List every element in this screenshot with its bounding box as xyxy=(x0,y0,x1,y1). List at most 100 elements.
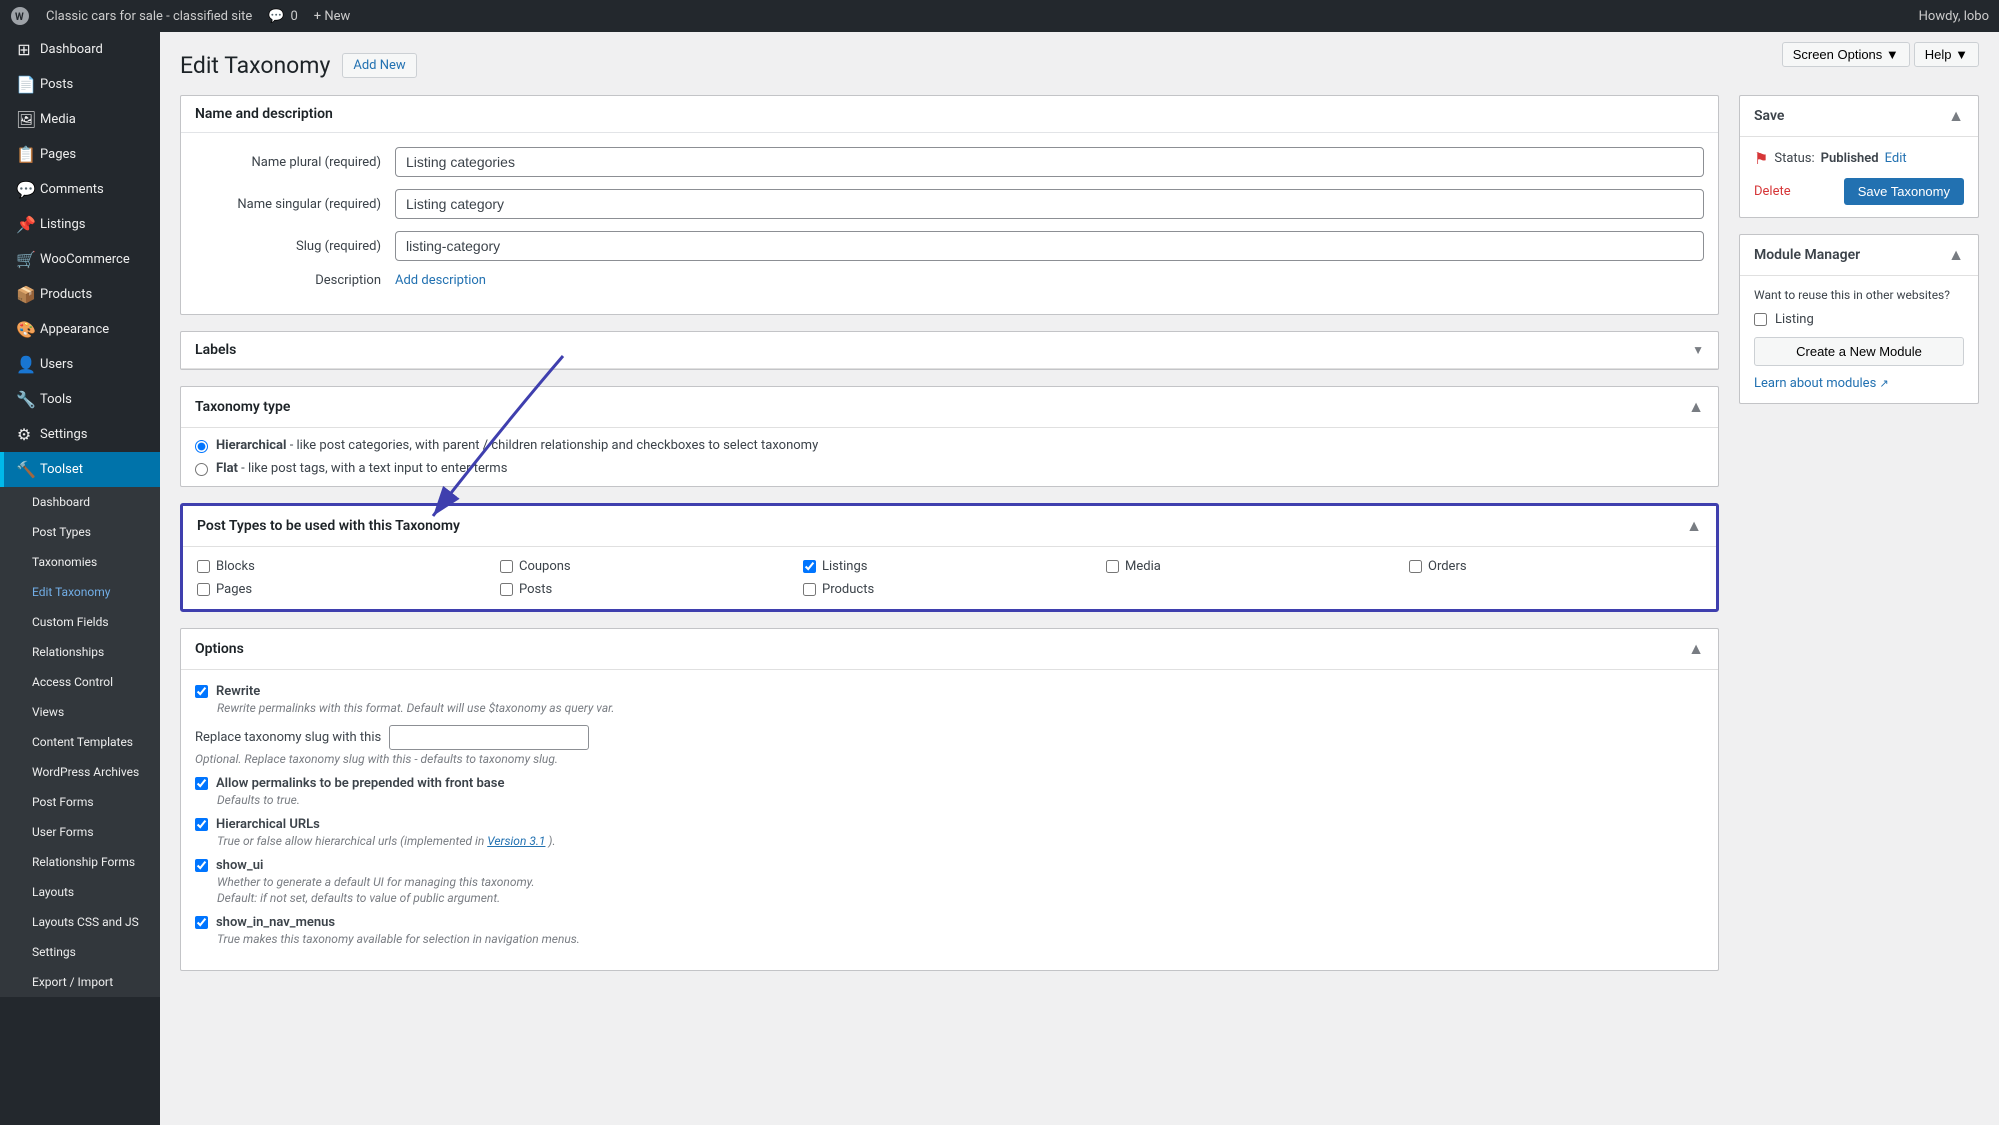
show-in-nav-label[interactable]: show_in_nav_menus xyxy=(195,915,1704,930)
sidebar-item-taxonomies[interactable]: Taxonomies xyxy=(0,547,160,577)
sidebar-item-tools[interactable]: 🔧 Tools xyxy=(0,382,160,417)
sidebar-item-post-forms[interactable]: Post Forms xyxy=(0,787,160,817)
sidebar-item-export-import[interactable]: Export / Import xyxy=(0,967,160,997)
sidebar-item-users[interactable]: 👤 Users xyxy=(0,347,160,382)
sidebar-item-settings[interactable]: ⚙ Settings xyxy=(0,417,160,452)
sidebar-item-listings[interactable]: 📌 Listings xyxy=(0,207,160,242)
pt-pages-checkbox[interactable] xyxy=(197,583,210,596)
save-taxonomy-button[interactable]: Save Taxonomy xyxy=(1844,178,1964,205)
add-description-link[interactable]: Add description xyxy=(395,273,486,288)
sidebar-item-ts-dashboard[interactable]: Dashboard xyxy=(0,487,160,517)
module-manager-collapse-icon[interactable]: ▲ xyxy=(1948,245,1964,265)
new-content[interactable]: + New xyxy=(314,9,351,24)
create-module-button[interactable]: Create a New Module xyxy=(1754,337,1964,366)
pt-media-label[interactable]: Media xyxy=(1125,559,1161,574)
show-in-nav-checkbox[interactable] xyxy=(195,916,208,929)
pt-products-checkbox[interactable] xyxy=(803,583,816,596)
pt-orders-label[interactable]: Orders xyxy=(1428,559,1467,574)
slug-row: Slug (required) xyxy=(195,231,1704,261)
sidebar-item-access-control[interactable]: Access Control xyxy=(0,667,160,697)
comments-icon[interactable]: 💬 0 xyxy=(268,9,298,24)
sidebar-item-relationships[interactable]: Relationships xyxy=(0,637,160,667)
screen-options-button[interactable]: Screen Options ▼ xyxy=(1782,42,1910,67)
sidebar-item-appearance[interactable]: 🎨 Appearance xyxy=(0,312,160,347)
sidebar-item-views[interactable]: Views xyxy=(0,697,160,727)
post-type-coupons: Coupons xyxy=(500,559,793,574)
name-plural-input[interactable] xyxy=(395,147,1704,177)
post-type-pages: Pages xyxy=(197,582,490,597)
sidebar-item-woocommerce[interactable]: 🛒 WooCommerce xyxy=(0,242,160,277)
sidebar-item-toolset[interactable]: 🔨 Toolset xyxy=(0,452,160,487)
pt-orders-checkbox[interactable] xyxy=(1409,560,1422,573)
rewrite-label[interactable]: Rewrite xyxy=(195,684,1704,699)
description-label: Description xyxy=(195,273,395,288)
sidebar-item-layouts-css-js[interactable]: Layouts CSS and JS xyxy=(0,907,160,937)
pt-posts-label[interactable]: Posts xyxy=(519,582,552,597)
hierarchical-urls-label[interactable]: Hierarchical URLs xyxy=(195,817,1704,832)
flat-text: Flat xyxy=(216,461,238,476)
sidebar-item-ts-settings[interactable]: Settings xyxy=(0,937,160,967)
delete-link[interactable]: Delete xyxy=(1754,184,1791,199)
rewrite-text: Rewrite xyxy=(216,684,260,699)
hierarchical-radio[interactable] xyxy=(195,440,208,453)
pt-coupons-label[interactable]: Coupons xyxy=(519,559,571,574)
pt-posts-checkbox[interactable] xyxy=(500,583,513,596)
pt-media-checkbox[interactable] xyxy=(1106,560,1119,573)
pt-blocks-checkbox[interactable] xyxy=(197,560,210,573)
pages-icon: 📋 xyxy=(16,145,32,164)
help-button[interactable]: Help ▼ xyxy=(1914,42,1979,67)
show-in-nav-text: show_in_nav_menus xyxy=(216,915,335,930)
sidebar-item-posts[interactable]: 📄 Posts xyxy=(0,67,160,102)
show-ui-label[interactable]: show_ui xyxy=(195,858,1704,873)
sidebar-item-relationship-forms[interactable]: Relationship Forms xyxy=(0,847,160,877)
module-listing-checkbox[interactable] xyxy=(1754,313,1767,326)
pt-coupons-checkbox[interactable] xyxy=(500,560,513,573)
version-link[interactable]: Version 3.1 xyxy=(487,834,545,848)
pt-products-label[interactable]: Products xyxy=(822,582,874,597)
sidebar-item-comments[interactable]: 💬 Comments xyxy=(0,172,160,207)
hierarchical-label[interactable]: Hierarchical - like post categories, wit… xyxy=(216,438,818,453)
allow-permalinks-label[interactable]: Allow permalinks to be prepended with fr… xyxy=(195,776,1704,791)
sidebar-item-content-templates[interactable]: Content Templates xyxy=(0,727,160,757)
slug-input[interactable] xyxy=(395,231,1704,261)
sidebar-item-custom-fields[interactable]: Custom Fields xyxy=(0,607,160,637)
module-listing-label[interactable]: Listing xyxy=(1775,312,1814,327)
layouts-label: Layouts xyxy=(32,885,74,899)
add-new-button[interactable]: Add New xyxy=(342,53,416,78)
name-singular-row: Name singular (required) xyxy=(195,189,1704,219)
sidebar-item-media[interactable]: 🖼 Media xyxy=(0,102,160,137)
pt-pages-label[interactable]: Pages xyxy=(216,582,252,597)
labels-header[interactable]: Labels ▼ xyxy=(181,332,1718,369)
rewrite-checkbox[interactable] xyxy=(195,685,208,698)
learn-modules-link[interactable]: Learn about modules ↗ xyxy=(1754,376,1889,391)
wp-logo[interactable]: W xyxy=(10,6,30,26)
labels-collapse-icon[interactable]: ▼ xyxy=(1692,343,1704,357)
replace-slug-input[interactable] xyxy=(389,725,589,750)
allow-permalinks-checkbox[interactable] xyxy=(195,777,208,790)
sidebar-item-dashboard[interactable]: ⊞ Dashboard xyxy=(0,32,160,67)
post-types-collapse-icon[interactable]: ▲ xyxy=(1686,516,1702,536)
sidebar-item-wordpress-archives[interactable]: WordPress Archives xyxy=(0,757,160,787)
sidebar-item-products[interactable]: 📦 Products xyxy=(0,277,160,312)
screen-options-bar: Screen Options ▼ Help ▼ xyxy=(1782,42,1979,67)
flat-label[interactable]: Flat - like post tags, with a text input… xyxy=(216,461,507,476)
hierarchical-urls-checkbox[interactable] xyxy=(195,818,208,831)
sidebar-item-edit-taxonomy[interactable]: Edit Taxonomy xyxy=(0,577,160,607)
options-collapse-icon[interactable]: ▲ xyxy=(1688,639,1704,659)
main-form: Name and description Name plural (requir… xyxy=(180,95,1719,987)
sidebar-item-post-types[interactable]: Post Types xyxy=(0,517,160,547)
name-singular-input[interactable] xyxy=(395,189,1704,219)
sidebar-item-pages[interactable]: 📋 Pages xyxy=(0,137,160,172)
save-collapse-icon[interactable]: ▲ xyxy=(1948,106,1964,126)
module-manager-box: Module Manager ▲ Want to reuse this in o… xyxy=(1739,234,1979,404)
sidebar-item-user-forms[interactable]: User Forms xyxy=(0,817,160,847)
show-ui-checkbox[interactable] xyxy=(195,859,208,872)
pt-listings-checkbox[interactable] xyxy=(803,560,816,573)
sidebar-item-layouts[interactable]: Layouts xyxy=(0,877,160,907)
site-name[interactable]: Classic cars for sale - classified site xyxy=(46,9,252,24)
flat-radio[interactable] xyxy=(195,463,208,476)
status-edit-link[interactable]: Edit xyxy=(1885,151,1907,166)
pt-listings-label[interactable]: Listings xyxy=(822,559,867,574)
taxonomy-type-collapse-icon[interactable]: ▲ xyxy=(1688,397,1704,417)
pt-blocks-label[interactable]: Blocks xyxy=(216,559,255,574)
